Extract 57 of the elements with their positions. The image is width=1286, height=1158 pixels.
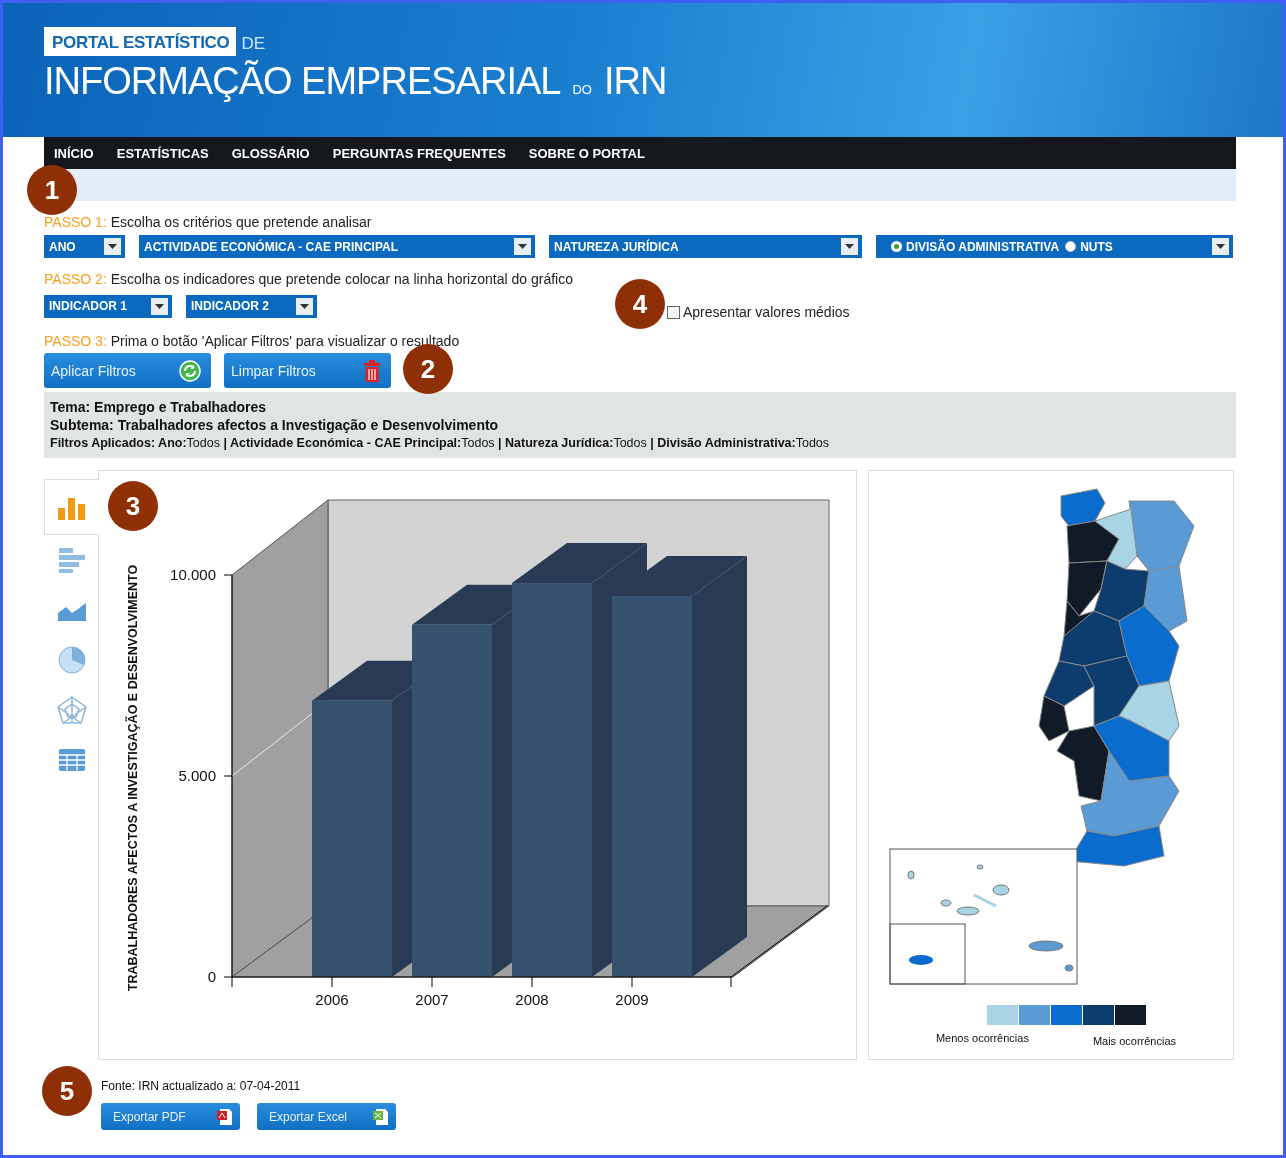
caret-icon: [296, 297, 313, 315]
nav-link[interactable]: GLOSSÁRIO: [231, 145, 310, 161]
spreadsheet-file-icon: [373, 1107, 389, 1126]
portal-title: INFORMAÇÃO EMPRESARIAL: [44, 60, 561, 103]
step-number-badge: 4: [615, 279, 665, 329]
logo-label: PORTAL ESTATÍSTICO: [44, 27, 236, 56]
chart-type-tab[interactable]: [44, 479, 99, 535]
caret-icon: [104, 238, 121, 255]
step-number-badge: 5: [42, 1066, 92, 1116]
radio-label: DIVISÃO ADMINISTRATIVA: [906, 239, 1060, 254]
indicator-dropdown[interactable]: INDICADOR 2: [186, 294, 317, 318]
indicator-dropdown[interactable]: INDICADOR 1: [44, 294, 172, 318]
y-tick-label: 0: [207, 968, 216, 985]
y-tick-label: 10.000: [170, 566, 216, 583]
source-note: Fonte: IRN actualizado a: 07-04-2011: [101, 1079, 302, 1093]
nav-link[interactable]: ESTATÍSTICAS: [116, 145, 209, 161]
checkbox[interactable]: [667, 305, 680, 319]
step-number-badge: 1: [27, 165, 77, 215]
y-axis-title: TRABALHADORES AFECTOS A INVESTIGAÇÃO E DESENVOLVIMENTO: [126, 564, 140, 992]
filter-dropdown[interactable]: NATUREZA JURÍDICA: [549, 235, 862, 258]
clear-filters-button[interactable]: Limpar Filtros: [224, 353, 391, 388]
legend-low-label: Menos ocorrências: [935, 1032, 1029, 1046]
summary-line: Tema: Emprego e Trabalhadores: [50, 399, 268, 416]
x-tick-label: 2007: [415, 991, 449, 1008]
x-tick-label: 2008: [515, 991, 549, 1008]
export-pdf-button[interactable]: Exportar PDF: [101, 1103, 240, 1130]
portal-title-end: IRN: [603, 60, 667, 103]
nav-link[interactable]: SOBRE O PORTAL: [528, 145, 645, 161]
nav-link[interactable]: INÍCIO: [54, 145, 94, 161]
step-instruction: PASSO 1: Escolha os critérios que pretende analisar: [44, 214, 373, 231]
trash-icon: [363, 359, 381, 382]
filter-dropdown[interactable]: ACTIVIDADE ECONÓMICA - CAE PRINCIPAL: [139, 235, 535, 258]
radar-chart-icon: [54, 695, 89, 725]
x-tick-label: 2009: [615, 991, 649, 1008]
radio-label: NUTS: [1080, 239, 1113, 254]
x-tick-label: 2006: [315, 991, 349, 1008]
y-tick-label: 5.000: [178, 767, 216, 784]
logo-suffix: DE: [241, 34, 266, 55]
export-excel-button[interactable]: Exportar Excel: [257, 1103, 396, 1130]
apply-filters-button[interactable]: Aplicar Filtros: [44, 353, 211, 388]
step-number-badge: 3: [108, 481, 158, 531]
checkbox-label: Apresentar valores médios: [683, 304, 850, 320]
legend-high-label: Mais ocorrências: [1092, 1035, 1177, 1047]
summary-line: Filtros Aplicados: Ano:Todos | Actividade Económica - CAE Principal:Todos | Natureza Jurídica:Todos | Divisão Administrativa:Todos: [50, 435, 831, 452]
nav-link[interactable]: PERGUNTAS FREQUENTES: [332, 145, 506, 161]
refresh-icon: [179, 359, 201, 382]
filter-dropdown[interactable]: DIVISÃO ADMINISTRATIVA NUTS: [876, 235, 1233, 258]
caret-icon: [1212, 238, 1229, 255]
filter-dropdown[interactable]: ANO: [44, 235, 125, 258]
pdf-file-icon: [217, 1107, 233, 1126]
title-connector: DO: [572, 82, 592, 97]
summary-line: Subtema: Trabalhadores afectos a Investigação e Desenvolvimento: [50, 417, 500, 434]
radio-button[interactable]: [1065, 241, 1077, 252]
step-instruction: PASSO 2: Escolha os indicadores que pretende colocar na linha horizontal do gráfico: [44, 271, 574, 288]
caret-icon: [841, 238, 858, 255]
caret-icon: [514, 238, 531, 255]
caret-icon: [151, 297, 168, 315]
